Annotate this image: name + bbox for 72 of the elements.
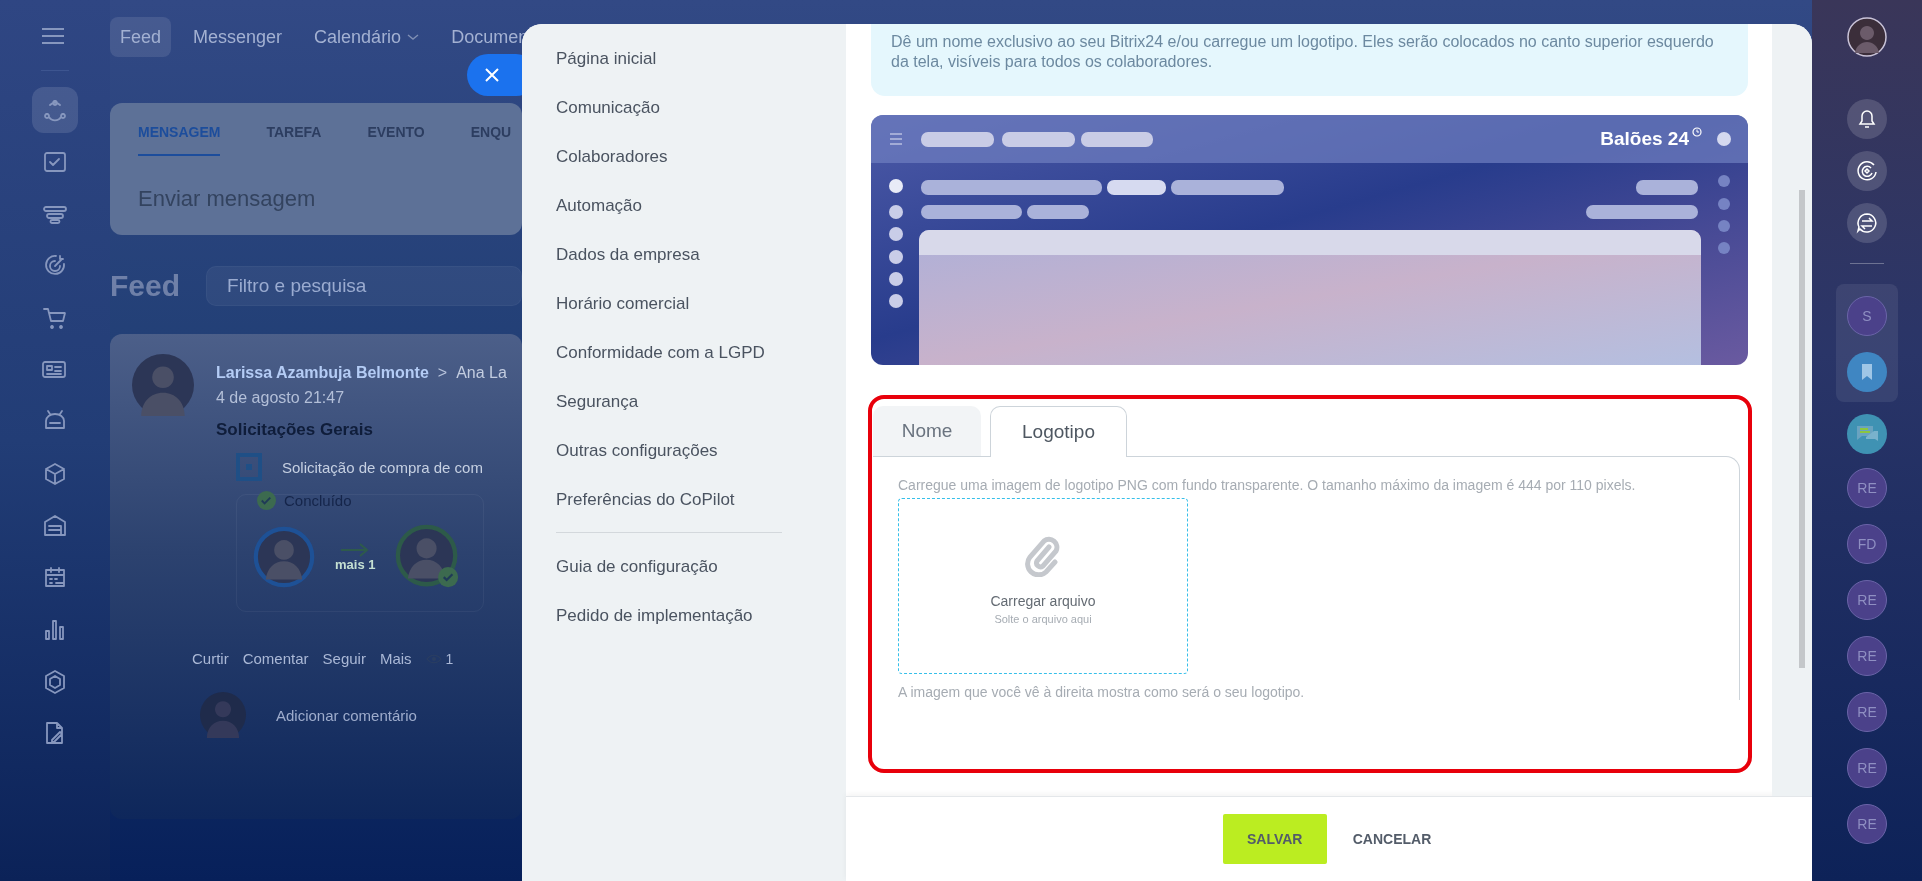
menu-item[interactable]: Conformidade com a LGPD — [556, 328, 765, 377]
post-time: 4 de agosto 21:47 — [216, 389, 346, 407]
menu-item[interactable]: Segurança — [556, 377, 639, 426]
cube-icon — [42, 461, 68, 487]
bell-icon[interactable] — [1847, 99, 1887, 139]
note-text: A imagem que você vê à direita mostra como será o seu logotipo. — [898, 684, 1306, 700]
bookmark-icon[interactable] — [1847, 352, 1887, 392]
clock-icon — [1692, 127, 1702, 137]
user-avatar-icon[interactable] — [1847, 17, 1887, 57]
checkbox-icon — [42, 149, 68, 175]
close-icon — [485, 68, 499, 82]
chat-avatar[interactable]: S — [1847, 296, 1887, 336]
menu-item[interactable]: Preferências do CoPilot — [556, 475, 735, 524]
logo-text: Balões 24 — [1600, 127, 1689, 151]
nav-tab[interactable]: Messenger — [183, 17, 293, 57]
menu-item[interactable]: Colaboradores — [556, 132, 668, 181]
menu-item[interactable]: Outras configurações — [556, 426, 718, 475]
menu-item[interactable]: Comunicação — [556, 83, 660, 132]
cart-icon — [42, 305, 68, 331]
upload-label: Carregar arquivo — [990, 593, 1096, 609]
drop-hint: Solte o arquivo aqui — [994, 613, 1092, 625]
menu-icon[interactable] — [40, 26, 66, 46]
menu-item[interactable]: Dados da empresa — [556, 230, 700, 279]
view-count: 1 — [445, 650, 454, 667]
scrollbar-thumb[interactable] — [1799, 190, 1805, 668]
recipient-name: Ana La — [456, 364, 507, 382]
arrow-icon — [340, 542, 371, 557]
check-circle-icon — [257, 491, 276, 510]
chat-bubbles-icon[interactable] — [1847, 414, 1887, 454]
post-action-link[interactable]: Curtir — [192, 650, 229, 667]
chat-avatar[interactable]: FD — [1847, 524, 1887, 564]
info-banner: Dê um nome exclusivo ao seu Bitrix24 e/ou carregue um logotipo. Eles serão colocados no canto superior esquerdo da tela, visíveis para todos os colaboradores. — [871, 24, 1748, 96]
menu-item[interactable]: Automação — [556, 181, 642, 230]
request-title: Solicitação de compra de com — [282, 458, 483, 476]
chat-avatar[interactable]: RE — [1847, 580, 1887, 620]
arrow-separator: > — [437, 364, 448, 382]
swap-chat-icon[interactable] — [1847, 203, 1887, 243]
hexagon-icon — [42, 669, 68, 695]
avatar-icon — [200, 692, 246, 738]
comment-field[interactable]: Adicionar comentário — [276, 706, 417, 724]
nav-tab[interactable]: Calendário — [304, 17, 430, 57]
garage-icon — [42, 513, 68, 539]
cancel-button[interactable]: CANCELAR — [1348, 831, 1436, 847]
menu-item[interactable]: Horário comercial — [556, 279, 690, 328]
chat-avatar[interactable]: RE — [1847, 804, 1887, 844]
post-action-link[interactable]: Seguir — [322, 650, 366, 667]
tab[interactable]: Logotipo — [990, 406, 1127, 457]
more-count: mais 1 — [335, 556, 376, 572]
feed-title: Feed — [110, 269, 181, 303]
chat-avatar[interactable]: RE — [1847, 692, 1887, 732]
chat-avatar[interactable]: RE — [1847, 636, 1887, 676]
nav-tab[interactable]: Feed — [110, 17, 172, 57]
save-button[interactable]: SALVAR — [1222, 814, 1327, 864]
file-drop-zone[interactable]: Carregar arquivo Solte o arquivo aqui — [898, 498, 1188, 674]
tab[interactable]: Nome — [873, 406, 981, 456]
hint-text: Carregue uma imagem de logotipo PNG com fundo transparente. O tamanho máximo da imagem é 444 por 110 pixels. — [898, 476, 1637, 495]
spiral-icon[interactable] — [1847, 151, 1887, 191]
chat-avatar[interactable]: RE — [1847, 468, 1887, 508]
menu-item[interactable]: Página inicial — [556, 34, 657, 83]
avatar-icon — [253, 526, 315, 588]
avatar-icon — [132, 354, 194, 416]
post-action-link[interactable]: Mais — [379, 650, 412, 667]
square-icon — [236, 452, 262, 482]
caret-icon — [407, 33, 420, 41]
author-link[interactable]: Larissa Azambuja Belmonte — [216, 364, 429, 382]
post-title: Solicitações Gerais — [216, 420, 374, 440]
chat-avatar[interactable]: RE — [1847, 748, 1887, 788]
menu-item[interactable]: Guia de configuração — [556, 542, 718, 591]
post-action-link[interactable]: Comentar — [242, 650, 309, 667]
menu-item[interactable]: Pedido de implementação — [556, 591, 753, 640]
sidebar-item-active[interactable] — [32, 87, 78, 133]
filter-search-field[interactable]: Filtro e pesquisa — [206, 266, 523, 306]
